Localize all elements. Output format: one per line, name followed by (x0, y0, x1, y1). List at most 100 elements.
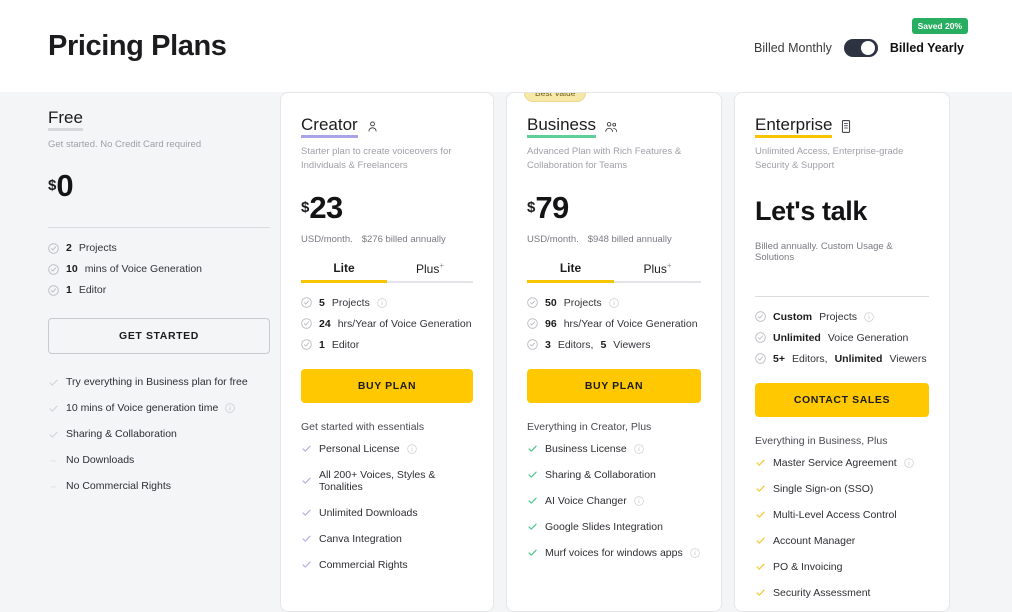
quota-label: Editors, (791, 352, 828, 365)
quota-value: Custom (773, 310, 813, 323)
quota-value: 1 (66, 284, 72, 297)
check-icon (301, 559, 312, 570)
info-icon[interactable] (608, 297, 619, 308)
feature-text: Account Manager (773, 534, 856, 547)
feature-item: PO & Invoicing (755, 561, 929, 573)
feature-text: Sharing & Collaboration (66, 428, 177, 441)
feature-item: Try everything in Business plan for free (48, 376, 270, 388)
contact-sales-button[interactable]: CONTACT SALES (755, 382, 929, 417)
creator-name-row: Creator (301, 115, 473, 138)
quota-label: Projects (563, 296, 602, 309)
price-amount-free: 0 (56, 168, 73, 204)
plan-name-business: Business (527, 115, 596, 138)
circle-check-icon (301, 318, 312, 329)
plan-tagline-business: Advanced Plan with Rich Features & Colla… (527, 146, 682, 172)
feature-list-creator: Personal License All 200+ Voices, Styles… (301, 443, 473, 571)
saved-percent-badge: Saved 20% (911, 18, 968, 34)
plan-name-creator: Creator (301, 115, 358, 138)
quota-list-free: 2 Projects 10 mins of Voice Generation 1… (48, 242, 270, 296)
check-icon (48, 429, 59, 440)
currency-symbol-business: $ (527, 198, 536, 216)
feature-item: Security Assessment (755, 587, 929, 599)
get-started-button[interactable]: GET STARTED (48, 318, 270, 355)
quota-value: 3 (545, 338, 551, 351)
quota-list-enterprise: Custom Projects Unlimited Voice Generati… (755, 311, 929, 365)
quota-value-2: Unlimited (834, 352, 883, 365)
check-icon (755, 483, 766, 494)
feature-list-free: Try everything in Business plan for free… (48, 376, 270, 492)
info-icon[interactable] (689, 547, 700, 558)
check-icon (527, 495, 538, 506)
check-icon (301, 475, 312, 486)
check-icon (755, 587, 766, 598)
feature-item: All 200+ Voices, Styles & Tonalities (301, 469, 473, 493)
feature-text: Personal License (319, 442, 400, 455)
divider-free (48, 227, 270, 229)
currency-symbol-creator: $ (301, 198, 310, 216)
plan-name-free: Free (48, 108, 83, 131)
info-icon[interactable] (633, 443, 644, 454)
plans-area: Free Get started. No Credit Card require… (0, 92, 1012, 612)
tab-lite-creator[interactable]: Lite (301, 261, 387, 283)
plan-card-business[interactable]: Best Value Business Advanced Plan with R… (506, 92, 722, 612)
circle-check-icon (48, 263, 59, 275)
plan-name-enterprise: Enterprise (755, 115, 833, 138)
billed-yearly-label[interactable]: Billed Yearly (890, 41, 964, 55)
check-icon (755, 457, 766, 468)
plan-card-creator[interactable]: Creator Starter plan to create voiceover… (280, 92, 494, 612)
free-name-row: Free (48, 108, 270, 131)
divider-enterprise (755, 295, 929, 297)
feature-text: Google Slides Integration (545, 520, 663, 533)
price-row-creator: $ 23 (301, 192, 473, 223)
feature-text: Murf voices for windows apps (545, 546, 683, 559)
quota-item: 50 Projects (527, 297, 701, 309)
info-icon[interactable] (377, 297, 387, 308)
price-amount-enterprise: Let's talk (755, 195, 867, 226)
plan-card-enterprise[interactable]: Enterprise Unlimited Access, Enterprise-… (734, 92, 950, 612)
info-icon[interactable] (633, 495, 644, 506)
tab-lite-business[interactable]: Lite (527, 261, 614, 283)
billed-monthly-label[interactable]: Billed Monthly (754, 41, 832, 55)
feature-text: Single Sign-on (SSO) (773, 482, 874, 495)
price-annual: $948 billed annually (587, 233, 672, 245)
feature-item: Account Manager (755, 535, 929, 547)
quota-item: 5 Projects (301, 297, 473, 309)
feature-item: Unlimited Downloads (301, 507, 473, 519)
dash-icon (48, 455, 59, 466)
quota-label: mins of Voice Generation (84, 263, 203, 276)
plan-tagline-enterprise: Unlimited Access, Enterprise-grade Secur… (755, 146, 904, 172)
check-icon (48, 403, 59, 414)
feature-item: 10 mins of Voice generation time (48, 402, 270, 414)
switch-knob (860, 41, 875, 55)
buy-plan-button-business[interactable]: BUY PLAN (527, 368, 701, 403)
feature-text: Security Assessment (773, 586, 871, 599)
feature-list-enterprise: Master Service Agreement Single Sign-on … (755, 457, 929, 612)
price-row-enterprise: Let's talk (755, 196, 929, 227)
feature-text: All 200+ Voices, Styles & Tonalities (319, 468, 436, 493)
feature-item: No Commercial Rights (48, 480, 270, 492)
info-icon[interactable] (406, 443, 417, 454)
features-heading-business: Everything in Creator, Plus (527, 420, 652, 433)
info-icon[interactable] (903, 457, 914, 468)
circle-check-icon (527, 318, 538, 329)
billing-period-switch[interactable] (843, 39, 878, 57)
info-icon[interactable] (225, 403, 236, 413)
quota-value: 50 (545, 296, 557, 309)
quota-item: 24 hrs/Year of Voice Generation (301, 318, 473, 330)
buy-plan-button-creator[interactable]: BUY PLAN (301, 368, 473, 403)
price-note-creator: USD/month. $276 billed annually (301, 234, 473, 245)
circle-check-icon (301, 297, 312, 308)
tab-plus-business[interactable]: Plus+ (614, 261, 701, 283)
quota-label: Editor (331, 338, 360, 351)
circle-check-icon (755, 311, 766, 322)
check-icon (301, 533, 312, 544)
feature-item: Single Sign-on (SSO) (755, 483, 929, 495)
check-icon (527, 443, 538, 454)
info-icon[interactable] (864, 311, 874, 322)
feature-item: Business License (527, 443, 701, 455)
tab-plus-creator[interactable]: Plus+ (387, 261, 473, 283)
feature-text: Sharing & Collaboration (545, 468, 656, 481)
feature-text: No Downloads (66, 454, 135, 467)
plan-tagline-free: Get started. No Credit Card required (48, 139, 202, 150)
billing-period-toggle-group: Billed Monthly Billed Yearly Saved 20% (754, 18, 968, 57)
